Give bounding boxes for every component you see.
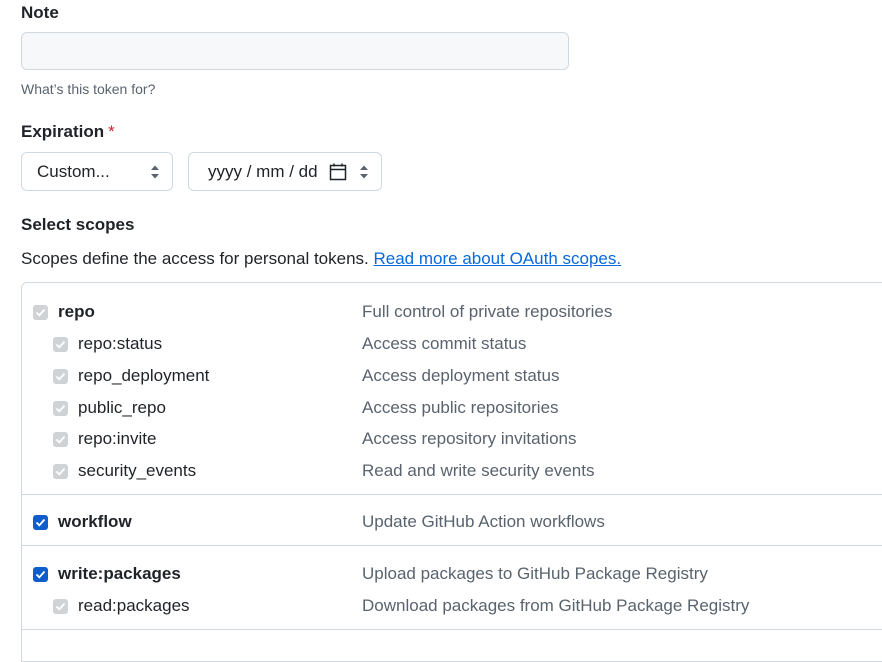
checkmark-icon [55,372,66,381]
expiration-select-value: Custom... [37,161,110,181]
scopes-description: Scopes define the access for personal to… [21,249,621,269]
date-placeholder: yyyy / mm / dd [208,161,318,181]
calendar-icon[interactable] [329,163,347,181]
scope-row: repo Full control of private repositorie… [22,302,882,326]
checkbox-read-packages[interactable] [53,599,68,614]
checkbox-write-packages[interactable] [33,567,48,582]
checkmark-icon [35,518,46,527]
expiration-label: Expiration * [21,122,115,142]
scope-row: repo_deployment Access deployment status [22,366,882,390]
note-label: Note [21,3,59,22]
scope-desc: Access repository invitations [362,429,577,448]
checkmark-icon [55,340,66,349]
checkbox-repo-deployment[interactable] [53,369,68,384]
scope-group-write-packages: write:packages Upload packages to GitHub… [22,546,882,630]
checkbox-repo[interactable] [33,305,48,320]
checkbox-public-repo[interactable] [53,401,68,416]
scope-desc: Download packages from GitHub Package Re… [362,596,750,615]
scope-desc: Access public repositories [362,398,559,417]
expiration-date-input[interactable]: yyyy / mm / dd [188,152,382,191]
checkmark-icon [55,602,66,611]
scope-row: write:packages Upload packages to GitHub… [22,564,882,588]
scope-desc: Update GitHub Action workflows [362,512,605,531]
scope-name: read:packages [78,596,190,615]
note-input[interactable] [21,32,569,70]
checkmark-icon [55,404,66,413]
scope-desc: Access commit status [362,334,527,353]
scope-group-repo: repo Full control of private repositorie… [22,283,882,495]
checkbox-repo-status[interactable] [53,337,68,352]
select-updown-icon [151,165,159,179]
scope-row: repo:invite Access repository invitation… [22,429,882,453]
checkmark-icon [35,308,46,317]
scope-list: repo Full control of private repositorie… [21,282,882,662]
scope-desc: Access deployment status [362,366,560,385]
scopes-description-text: Scopes define the access for personal to… [21,249,369,268]
scope-name: workflow [58,512,132,531]
scope-name: repo:invite [78,429,157,448]
note-help-text: What’s this token for? [21,81,156,97]
scope-group-workflow: workflow Update GitHub Action workflows [22,494,882,546]
scope-row: read:packages Download packages from Git… [22,596,882,620]
scope-desc: Full control of private repositories [362,302,613,321]
scope-name: public_repo [78,398,166,417]
required-asterisk: * [108,122,115,141]
scope-row: public_repo Access public repositories [22,398,882,422]
scope-row: repo:status Access commit status [22,334,882,358]
expiration-select[interactable]: Custom... [21,152,173,191]
expiration-label-text: Expiration [21,122,105,141]
date-updown-icon[interactable] [359,164,369,180]
checkmark-icon [35,570,46,579]
scope-name: write:packages [58,564,181,583]
scope-desc: Read and write security events [362,461,595,480]
scope-name: repo [58,302,95,321]
scopes-title: Select scopes [21,215,135,234]
checkbox-security-events[interactable] [53,464,68,479]
scope-row: workflow Update GitHub Action workflows [22,512,882,536]
checkmark-icon [55,467,66,476]
checkbox-repo-invite[interactable] [53,432,68,447]
checkbox-workflow[interactable] [33,515,48,530]
oauth-scopes-link[interactable]: Read more about OAuth scopes. [374,249,622,268]
scope-name: security_events [78,461,197,480]
scope-name: repo:status [78,334,163,353]
scope-name: repo_deployment [78,366,210,385]
checkmark-icon [55,435,66,444]
scope-row: security_events Read and write security … [22,461,882,485]
scope-desc: Upload packages to GitHub Package Regist… [362,564,708,583]
